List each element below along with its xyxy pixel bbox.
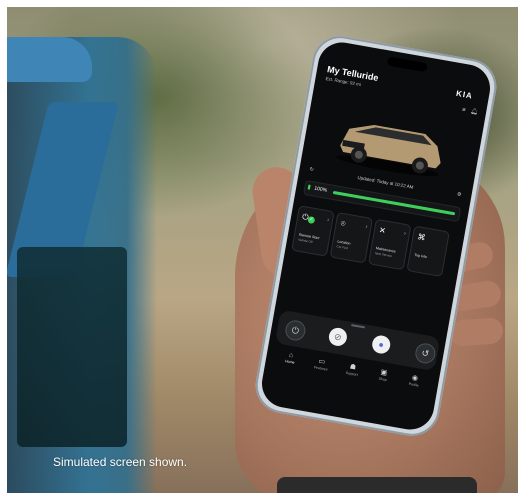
power-button[interactable]: ⏻	[283, 318, 307, 343]
caption: Simulated screen shown.	[53, 455, 188, 469]
nav-profile[interactable]: ◉ Profile	[397, 372, 430, 406]
header-icons: ≡ 🔔︎	[462, 106, 479, 116]
nav-shop[interactable]: ▣ Shop	[366, 366, 399, 400]
lock-icon: ●	[377, 339, 385, 350]
charge-percent: 100%	[313, 185, 328, 194]
nav-home[interactable]: ⌂ Home	[273, 350, 306, 384]
sleeve	[277, 477, 477, 493]
charge-bar	[332, 190, 456, 216]
lock-button[interactable]: ●	[370, 334, 392, 355]
horn-icon: ↺	[420, 347, 430, 359]
pin-icon: ⌾	[339, 218, 347, 229]
menu-icon[interactable]: ≡	[462, 107, 467, 114]
power-icon: ⏻	[291, 324, 300, 336]
nav-support[interactable]: ☗ Support	[335, 361, 368, 395]
card-maintenance[interactable]: ✕ › Maintenance Next Service	[368, 218, 412, 271]
dynamic-island	[386, 56, 428, 73]
wrench-icon: ✕	[378, 225, 387, 236]
card-trip-info[interactable]: ⌘ Trip Info	[406, 225, 450, 278]
check-icon: ✓	[307, 215, 316, 225]
bolt-icon: ▮	[306, 184, 312, 191]
bell-icon[interactable]: 🔔︎	[470, 109, 479, 116]
card-location[interactable]: ⌾ › Location Car Find	[329, 211, 374, 264]
drag-handle[interactable]	[350, 324, 366, 329]
chevron-right-icon: ›	[403, 230, 407, 238]
chevron-right-icon: ›	[326, 217, 330, 224]
binoculars-icon: ⌘	[416, 232, 427, 243]
nav-features[interactable]: ▭ Features	[304, 355, 337, 389]
unlock-icon: ⊘	[333, 331, 343, 343]
settings-icon[interactable]: ⚙	[456, 191, 461, 198]
unlock-button[interactable]: ⊘	[327, 326, 349, 348]
card-sublabel: Car Find	[336, 244, 349, 251]
card-remote-start[interactable]: ⏻ ✓ › Remote Start Vehicle Off	[291, 205, 335, 257]
finger	[448, 317, 504, 347]
chevron-right-icon: ›	[364, 224, 368, 231]
vehicle-roof	[7, 37, 92, 82]
photo-frame: My Telluride Est. Range: 92 mi KIA ≡ 🔔︎ …	[7, 7, 518, 493]
horn-button[interactable]: ↺	[413, 341, 437, 365]
card-label: Trip Info	[413, 252, 428, 260]
vehicle-window	[17, 247, 127, 447]
charge-bar-fill	[332, 190, 456, 216]
